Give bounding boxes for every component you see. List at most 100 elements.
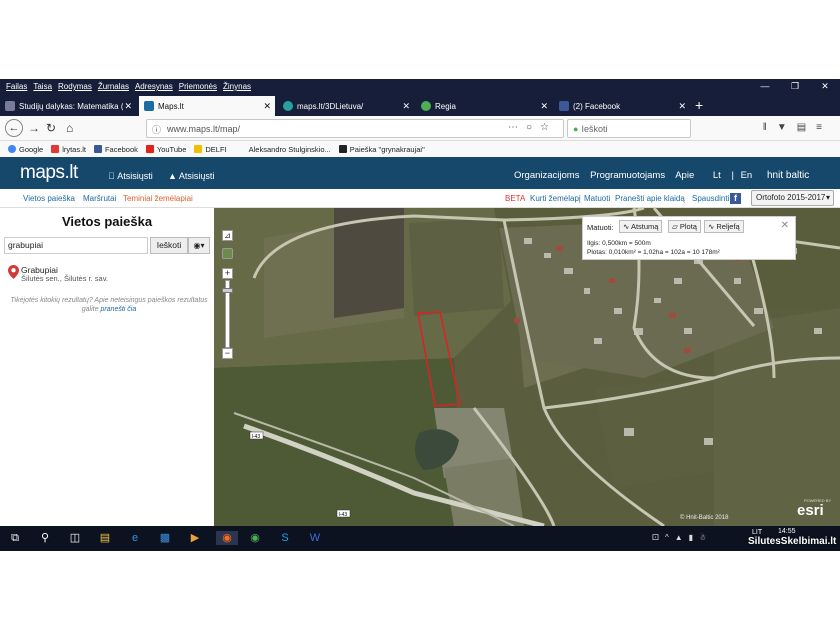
word-icon[interactable]: W (308, 531, 322, 545)
task-view-icon[interactable]: ◫ (68, 531, 82, 545)
menu-view[interactable]: Rodymas (58, 82, 92, 91)
menu-file[interactable]: Failas (6, 82, 27, 91)
tab-maps[interactable]: Maps.lt ✕ (139, 96, 275, 116)
bookmark-asu[interactable]: Aleksandro Stulginskio... (249, 145, 331, 154)
menu-bookmarks[interactable]: Adresynas (135, 82, 173, 91)
header-nav: Organizacijoms Programuotojams Apie Lt |… (514, 170, 753, 181)
bookmark-google[interactable]: Google (8, 145, 43, 154)
facebook-share-icon[interactable]: f (730, 193, 741, 204)
store-icon[interactable]: ▩ (158, 531, 172, 545)
tab-3dlietuva[interactable]: maps.lt/3DLietuva/ ✕ (278, 96, 414, 116)
lang-en[interactable]: En (741, 170, 753, 181)
search-options-icon[interactable]: ◉▾ (188, 237, 210, 254)
system-tray-icons[interactable]: ⚀^▲▮☃ (652, 533, 712, 542)
measure-distance-button[interactable]: ∿ Atstumą (619, 220, 663, 233)
back-icon[interactable]: ← (5, 119, 23, 137)
tab-favicon-icon (421, 101, 431, 111)
bookmark-facebook[interactable]: Facebook (93, 145, 138, 154)
close-icon[interactable]: ✕ (781, 220, 789, 231)
download-android-link[interactable]: ▲ Atsisiųsti (168, 171, 214, 181)
location-pin-icon (8, 265, 19, 279)
url-bar[interactable]: ⓘ www.maps.lt/map/ ⋯○☆ (146, 119, 564, 138)
tab-regia[interactable]: Regia ✕ (416, 96, 552, 116)
measure-area-button[interactable]: ▱ Plotą (668, 220, 701, 233)
zoom-handle[interactable] (222, 288, 233, 293)
search-input[interactable]: ● Ieškoti (567, 119, 691, 138)
tab-facebook[interactable]: (2) Facebook ✕ (554, 96, 690, 116)
tab-marsrutai[interactable]: Maršrutai (83, 194, 116, 203)
edge-icon[interactable]: e (128, 531, 142, 545)
file-explorer-icon[interactable]: ▤ (98, 531, 112, 545)
tab-close-icon[interactable]: ✕ (540, 101, 548, 112)
search-page-icon (338, 145, 347, 153)
site-logo[interactable]: maps.lt (20, 162, 78, 184)
ruler-icon[interactable]: ⊿ (222, 230, 233, 241)
url-text: www.maps.lt/map/ (167, 123, 241, 134)
result-subtitle: Šilutės sen., Šilutės r. sav. (21, 274, 108, 283)
minimize-icon[interactable]: — (750, 79, 780, 94)
zoom-in-icon[interactable]: + (222, 268, 233, 279)
page-actions-icon[interactable]: ⋯○☆ (508, 122, 557, 133)
layers-icon[interactable] (222, 248, 233, 259)
windows-start-icon[interactable]: ⧉ (8, 531, 22, 545)
ortofoto-select[interactable]: Ortofoto 2015-2017 ▾ (751, 190, 834, 206)
menu-history[interactable]: Žurnalas (98, 82, 129, 91)
zoom-out-icon[interactable]: − (222, 348, 233, 359)
report-link[interactable]: pranešti čia (100, 306, 136, 313)
search-icon: ● (573, 123, 579, 134)
tab-close-icon[interactable]: ✕ (402, 101, 410, 112)
close-icon[interactable]: ✕ (810, 79, 840, 94)
chrome-icon[interactable]: ◉ (248, 531, 262, 545)
new-tab-icon[interactable]: + (695, 97, 703, 113)
menu-bar: Failas Taisa Rodymas Žurnalas Adresynas … (0, 79, 840, 94)
toolbar-icons[interactable]: ‖▼▤≡ (763, 122, 832, 133)
tab-bar: Studijų dalykas: Matematika (2 ✕ Maps.lt… (0, 94, 840, 116)
maximize-icon[interactable]: ❐ (780, 79, 810, 94)
tab-label: Studijų dalykas: Matematika (2 (19, 101, 123, 111)
tab-teminiai[interactable]: Teminiai žemėlapiai (123, 194, 193, 203)
hnit-logo[interactable]: hnit baltic (767, 170, 809, 181)
measure-relief-button[interactable]: ∿ Reljefą (704, 220, 744, 233)
print-link[interactable]: Spausdinti (692, 194, 729, 203)
home-icon[interactable]: ⌂ (66, 121, 73, 135)
firefox-icon[interactable]: ◉ (216, 531, 238, 545)
search-icon[interactable]: ⚲ (38, 531, 52, 545)
menu-edit[interactable]: Taisa (33, 82, 52, 91)
nav-organizacijoms[interactable]: Organizacijoms (514, 170, 579, 181)
bookmark-youtube[interactable]: YouTube (145, 145, 186, 154)
lang-lt[interactable]: Lt (713, 170, 721, 181)
create-map-link[interactable]: Kurti žemėlapį (530, 194, 581, 203)
map-toolbar: Vietos paieška Maršrutai Teminiai žemėla… (0, 189, 840, 208)
bookmark-delfi[interactable]: DELFI (194, 145, 227, 154)
menu-help[interactable]: Žinynas (223, 82, 251, 91)
download-apple-link[interactable]:  Atsisiųsti (108, 171, 153, 181)
menu-tools[interactable]: Priemonės (179, 82, 217, 91)
reload-icon[interactable]: ↻ (46, 121, 56, 135)
search-sidebar: Vietos paieška grabupiai Ieškoti ◉▾ Grab… (0, 208, 214, 526)
nav-apie[interactable]: Apie (675, 170, 694, 181)
skype-icon[interactable]: S (278, 531, 292, 545)
tab-label: (2) Facebook (573, 101, 621, 111)
search-placeholder: Ieškoti (581, 123, 608, 134)
esri-logo: esri (797, 502, 824, 519)
tab-close-icon[interactable]: ✕ (263, 101, 271, 112)
tab-studiju[interactable]: Studijų dalykas: Matematika (2 ✕ (0, 96, 136, 116)
photos-icon[interactable]: ▶ (188, 531, 202, 545)
time-label: 14:55 (778, 528, 796, 535)
google-icon (8, 145, 16, 153)
bookmark-search[interactable]: Paieška "grynakraujai" (338, 145, 425, 154)
place-search-input[interactable]: grabupiai (4, 237, 148, 254)
lrytas-icon (51, 145, 60, 153)
nav-programuotojams[interactable]: Programuotojams (590, 170, 665, 181)
road-label-2: I-43 (339, 512, 348, 518)
forward-icon[interactable]: → (28, 121, 40, 135)
bookmark-lrytas[interactable]: lrytas.lt (51, 145, 86, 154)
measure-link[interactable]: Matuoti (584, 194, 610, 203)
tab-vietos-paieska[interactable]: Vietos paieška (23, 194, 75, 203)
taskbar: ⧉ ⚲ ◫ ▤ e ▩ ▶ ◉ ◉ S W ⚀^▲▮☃ LIT 14:55 Si… (0, 526, 840, 551)
report-error-link[interactable]: Pranešti apie klaidą (615, 194, 685, 203)
info-icon[interactable]: ⓘ (152, 123, 161, 136)
search-button[interactable]: Ieškoti (150, 237, 188, 254)
tab-close-icon[interactable]: ✕ (124, 101, 132, 112)
tab-close-icon[interactable]: ✕ (678, 101, 686, 112)
